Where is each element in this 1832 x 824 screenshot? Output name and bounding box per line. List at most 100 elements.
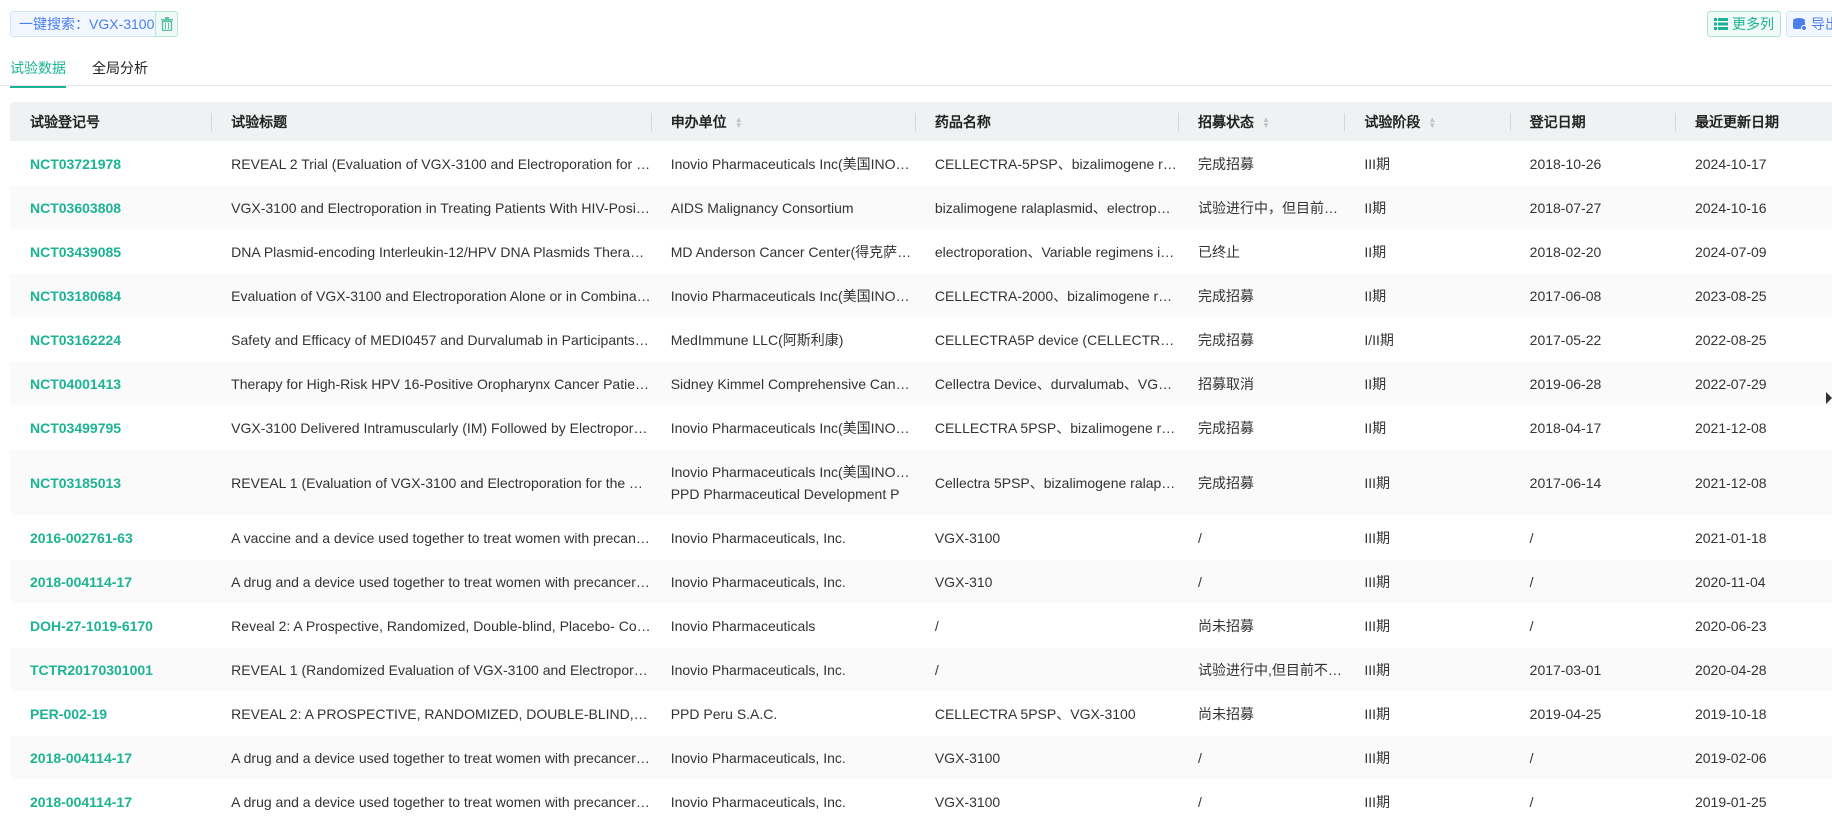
column-header-title[interactable]: 试验标题	[211, 111, 651, 133]
last-update-date: 2024-10-16	[1694, 199, 1767, 216]
trial-phase: III期	[1364, 529, 1390, 546]
search-filter-tag[interactable]: 一键搜索：VGX-3100 ×	[10, 11, 176, 37]
table-row[interactable]: PER-002-19 REVEAL 2: A PROSPECTIVE, RANDO…	[10, 692, 1832, 736]
trial-id-link[interactable]: 2018-004114-17	[10, 747, 211, 769]
trial-id-link[interactable]: NCT03721978	[10, 153, 211, 175]
recruit-status: 试验进行中,但目前不招募	[1198, 661, 1345, 678]
table-row[interactable]: NCT03439085 DNA Plasmid-encoding Interleu…	[10, 230, 1832, 274]
trial-id-link[interactable]: NCT03439085	[10, 241, 211, 263]
trial-id-link[interactable]: NCT03162224	[10, 329, 211, 351]
sponsor: Inovio Pharmaceuticals, Inc.	[651, 659, 915, 681]
filter-bar: 一键搜索：VGX-3100 × 更多列 导出	[10, 11, 1832, 37]
table-body: NCT03721978 REVEAL 2 Trial (Evaluation of…	[10, 142, 1832, 824]
sponsor: AIDS Malignancy Consortium	[651, 197, 915, 219]
table-row[interactable]: NCT03721978 REVEAL 2 Trial (Evaluation of…	[10, 142, 1832, 186]
recruit-status: 完成招募	[1198, 474, 1255, 491]
trial-phase: III期	[1364, 749, 1390, 766]
filter-tag-label: 一键搜索：VGX-3100	[19, 16, 155, 32]
sort-icon[interactable]: ▲ ▼	[1428, 115, 1436, 129]
sponsor-name: Sidney Kimmel Comprehensive Cancer Cente…	[670, 375, 915, 392]
scroll-right-arrow-icon[interactable]	[1826, 392, 1832, 404]
registration-date: /	[1529, 529, 1534, 546]
trial-id-link[interactable]: NCT04001413	[10, 373, 211, 395]
table-row[interactable]: NCT03180684 Evaluation of VGX-3100 and El…	[10, 274, 1832, 318]
sort-icon[interactable]: ▲ ▼	[735, 115, 743, 129]
trial-id-link[interactable]: DOH-27-1019-6170	[10, 615, 211, 637]
last-update-date: 2022-08-25	[1694, 331, 1767, 348]
registration-date: 2018-02-20	[1529, 243, 1602, 260]
trash-icon	[160, 17, 173, 31]
trial-title: DNA Plasmid-encoding Interleukin-12/HPV …	[231, 243, 651, 260]
trial-id-link[interactable]: 2016-002761-63	[10, 527, 211, 549]
registration-date: /	[1529, 573, 1534, 590]
last-update-date: 2023-08-25	[1694, 287, 1767, 304]
table-row[interactable]: 2016-002761-63 A vaccine and a device use…	[10, 516, 1832, 560]
registration-date: /	[1529, 793, 1534, 810]
trial-title: VGX-3100 Delivered Intramuscularly (IM) …	[231, 419, 651, 436]
drug-name: Cellectra Device、durvalumab、VGX-3100	[934, 375, 1179, 392]
drug-name: CELLECTRA 5PSP、bizalimogene ralaplasmid	[934, 419, 1178, 436]
export-button[interactable]: 导出	[1786, 11, 1832, 37]
trial-title: A drug and a device used together to tre…	[231, 749, 651, 766]
trial-title: REVEAL 1 (Evaluation of VGX-3100 and Ele…	[231, 474, 651, 491]
header-label: 招募状态	[1198, 113, 1255, 130]
column-header-status[interactable]: 招募状态 ▲ ▼	[1178, 111, 1344, 133]
trial-title: REVEAL 2 Trial (Evaluation of VGX-3100 a…	[231, 155, 651, 172]
last-update-date: 2024-07-09	[1694, 243, 1767, 260]
header-label: 试验阶段	[1364, 113, 1421, 130]
table-row[interactable]: 2018-004114-17 A drug and a device used t…	[10, 736, 1832, 780]
last-update-date: 2021-12-08	[1694, 474, 1767, 491]
recruit-status: 尚未招募	[1198, 617, 1255, 634]
trial-id-link[interactable]: NCT03603808	[10, 197, 211, 219]
more-columns-button[interactable]: 更多列	[1707, 11, 1781, 37]
trial-id-link[interactable]: 2018-004114-17	[10, 571, 211, 593]
registration-date: 2018-07-27	[1529, 199, 1602, 216]
sponsor-name: Inovio Pharmaceuticals, Inc.	[670, 749, 846, 766]
drug-name: bizalimogene ralaplasmid、electroporation	[934, 199, 1179, 216]
table-row[interactable]: NCT03162224 Safety and Efficacy of MEDI04…	[10, 318, 1832, 362]
column-header-drug[interactable]: 药品名称	[914, 111, 1178, 133]
sponsor-name: Inovio Pharmaceuticals Inc(美国INOVIO)	[670, 463, 915, 480]
trial-id-link[interactable]: PER-002-19	[10, 703, 211, 725]
recruit-status: 尚未招募	[1198, 705, 1255, 722]
trial-phase: III期	[1364, 661, 1390, 678]
table-row[interactable]: DOH-27-1019-6170 Reveal 2: A Prospective,…	[10, 604, 1832, 648]
drug-name: CELLECTRA5P device (CELLECTRA 2000)	[934, 331, 1178, 348]
header-label: 药品名称	[934, 113, 991, 130]
sort-icon[interactable]: ▲ ▼	[1262, 115, 1270, 129]
column-header-sponsor[interactable]: 申办单位 ▲ ▼	[650, 111, 915, 133]
last-update-date: 2021-01-18	[1694, 529, 1767, 546]
registration-date: 2019-04-25	[1529, 705, 1602, 722]
sponsor-name: Inovio Pharmaceuticals, Inc.	[670, 573, 846, 590]
column-header-phase[interactable]: 试验阶段 ▲ ▼	[1344, 111, 1509, 133]
table-row[interactable]: 2018-004114-17 A drug and a device used t…	[10, 560, 1832, 604]
column-header-reg-date[interactable]: 登记日期	[1509, 111, 1675, 133]
table-row[interactable]: NCT03499795 VGX-3100 Delivered Intramuscu…	[10, 406, 1832, 450]
trial-id-link[interactable]: 2018-004114-17	[10, 791, 211, 813]
header-label: 试验标题	[231, 113, 288, 130]
column-header-update-date[interactable]: 最近更新日期	[1674, 111, 1832, 133]
table-row[interactable]: NCT04001413 Therapy for High-Risk HPV 16-…	[10, 362, 1832, 406]
trial-id-link[interactable]: NCT03185013	[10, 472, 211, 494]
table-row[interactable]: 2018-004114-17 A drug and a device used t…	[10, 780, 1832, 824]
sponsor-name: MedImmune LLC(阿斯利康)	[670, 331, 844, 348]
clear-filters-button[interactable]	[155, 11, 178, 37]
trial-phase: III期	[1364, 474, 1390, 491]
trial-id-link[interactable]: TCTR20170301001	[10, 659, 211, 681]
recruit-status: 完成招募	[1198, 419, 1255, 436]
tab-trial-data[interactable]: 试验数据	[10, 58, 66, 88]
trial-title: A drug and a device used together to tre…	[231, 793, 651, 810]
table-row[interactable]: NCT03185013 REVEAL 1 (Evaluation of VGX-3…	[10, 450, 1832, 516]
table-row[interactable]: NCT03603808 VGX-3100 and Electroporation …	[10, 186, 1832, 230]
table-row[interactable]: TCTR20170301001 REVEAL 1 (Randomized Eval…	[10, 648, 1832, 692]
tab-global-analysis[interactable]: 全局分析	[92, 58, 148, 86]
sponsor: Inovio Pharmaceuticals, Inc.	[651, 527, 915, 549]
trials-table: 试验登记号 试验标题 申办单位 ▲ ▼ 药品名称 招募状态 ▲ ▼ 试验阶段 ▲ ▼ 登记日…	[10, 102, 1832, 824]
drug-name: CELLECTRA 5PSP、VGX-3100	[934, 705, 1136, 722]
column-header-id[interactable]: 试验登记号	[10, 111, 211, 133]
trial-title: Therapy for High-Risk HPV 16-Positive Or…	[231, 375, 651, 392]
trial-id-link[interactable]: NCT03180684	[10, 285, 211, 307]
trial-id-link[interactable]: NCT03499795	[10, 417, 211, 439]
recruit-status: /	[1198, 793, 1202, 810]
sponsor-name: AIDS Malignancy Consortium	[670, 199, 854, 216]
